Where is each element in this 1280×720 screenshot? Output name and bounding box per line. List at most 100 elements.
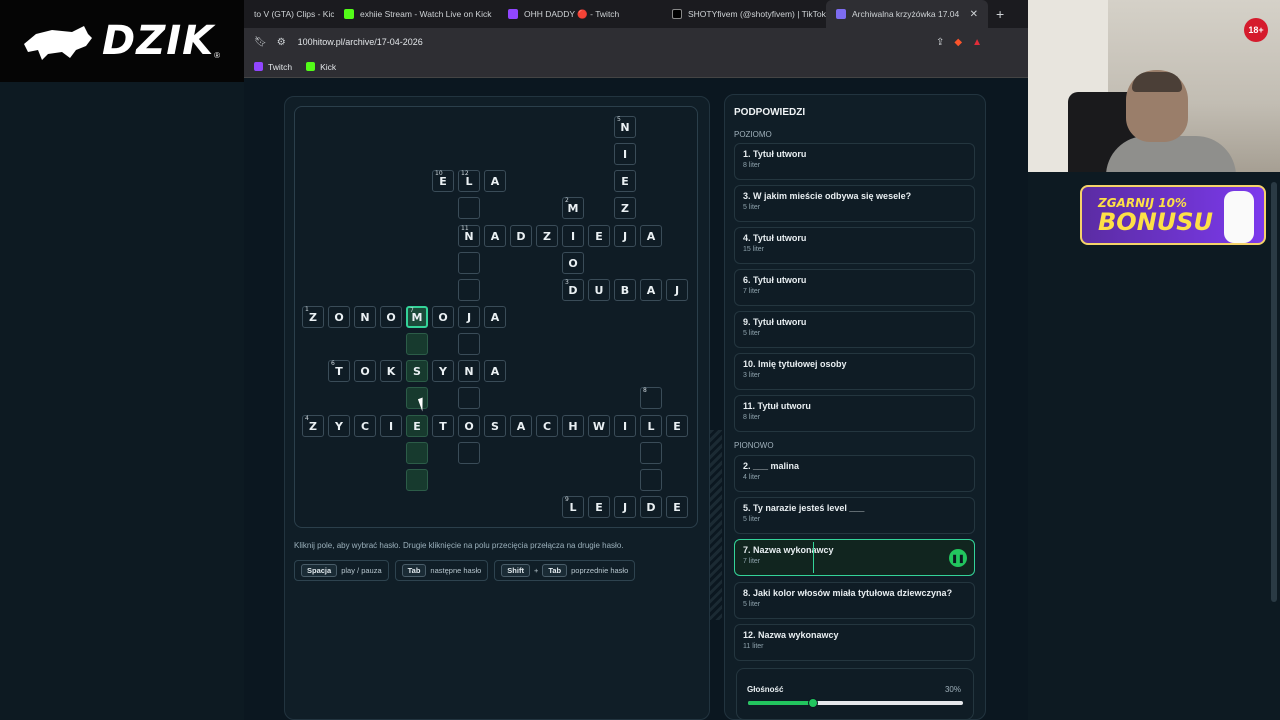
- crossword-cell[interactable]: L9: [562, 496, 584, 518]
- crossword-cell[interactable]: J: [458, 306, 480, 328]
- crossword-cell[interactable]: M2: [562, 197, 584, 219]
- crossword-cell[interactable]: B: [614, 279, 636, 301]
- volume-thumb[interactable]: [807, 698, 818, 708]
- crossword-cell[interactable]: E: [666, 415, 688, 437]
- clue-across-6[interactable]: 6. Tytuł utworu 7 liter: [734, 269, 975, 306]
- crossword-cell[interactable]: [406, 442, 428, 464]
- crossword-cell[interactable]: A: [640, 279, 662, 301]
- crossword-cell[interactable]: Y: [328, 415, 350, 437]
- crossword-cell[interactable]: [458, 252, 480, 274]
- crossword-cell[interactable]: [406, 333, 428, 355]
- new-tab-icon[interactable]: +: [996, 6, 1004, 22]
- bookmark-kick[interactable]: Kick: [306, 62, 336, 72]
- crossword-cell[interactable]: W: [588, 415, 610, 437]
- crossword-cell[interactable]: A: [484, 225, 506, 247]
- crossword-cell[interactable]: Z4: [302, 415, 324, 437]
- clue-down-12[interactable]: 12. Nazwa wykonawcy 11 liter: [734, 624, 975, 661]
- crossword-cell[interactable]: A: [640, 225, 662, 247]
- crossword-cell[interactable]: I: [614, 143, 636, 165]
- clue-across-3[interactable]: 3. W jakim mieście odbywa się wesele? 5 …: [734, 185, 975, 222]
- crossword-cell[interactable]: E: [588, 225, 610, 247]
- crossword-cell[interactable]: M7: [406, 306, 428, 328]
- crossword-cell[interactable]: H: [562, 415, 584, 437]
- crossword-cell[interactable]: S: [406, 360, 428, 382]
- crossword-cell[interactable]: C: [536, 415, 558, 437]
- clue-down-5[interactable]: 5. Ty narazie jesteś level ___ 5 liter: [734, 497, 975, 534]
- browser-tab[interactable]: OHH DADDY 🔴 - Twitch: [498, 0, 662, 28]
- crossword-cell[interactable]: E: [588, 496, 610, 518]
- crossword-cell[interactable]: L 12: [458, 170, 480, 192]
- crossword-cell[interactable]: [458, 333, 480, 355]
- crossword-cell[interactable]: K: [380, 360, 402, 382]
- crossword-cell[interactable]: O: [354, 360, 376, 382]
- crossword-cell[interactable]: O: [328, 306, 350, 328]
- crossword-cell[interactable]: I: [380, 415, 402, 437]
- brave-shield-icon[interactable]: ◆: [954, 37, 962, 48]
- crossword-cell[interactable]: Z1: [302, 306, 324, 328]
- crossword-cell[interactable]: D: [640, 496, 662, 518]
- crossword-cell[interactable]: J: [614, 496, 636, 518]
- crossword-cell[interactable]: I: [614, 415, 636, 437]
- crossword-cell[interactable]: D3: [562, 279, 584, 301]
- crossword-cell[interactable]: Y: [432, 360, 454, 382]
- crossword-cell[interactable]: D: [510, 225, 532, 247]
- crossword-cell[interactable]: Z: [536, 225, 558, 247]
- crossword-cell[interactable]: O: [380, 306, 402, 328]
- crossword-cell[interactable]: E 10: [432, 170, 454, 192]
- crossword-cell[interactable]: U: [588, 279, 610, 301]
- pause-button[interactable]: ❚❚: [949, 549, 967, 567]
- crossword-cell[interactable]: T6: [328, 360, 350, 382]
- crossword-cell[interactable]: L: [640, 415, 662, 437]
- crossword-cell[interactable]: [640, 442, 662, 464]
- crossword-cell[interactable]: A: [510, 415, 532, 437]
- crossword-cell[interactable]: 8: [640, 387, 662, 409]
- crossword-cell[interactable]: E: [614, 170, 636, 192]
- crossword-cell[interactable]: N: [458, 360, 480, 382]
- crossword-cell[interactable]: [458, 279, 480, 301]
- crossword-cell[interactable]: J: [614, 225, 636, 247]
- clue-across-1[interactable]: 1. Tytuł utworu 8 liter: [734, 143, 975, 180]
- crossword-cell[interactable]: [458, 197, 480, 219]
- crossword-cell[interactable]: Z: [614, 197, 636, 219]
- clue-across-11[interactable]: 11. Tytuł utworu 8 liter: [734, 395, 975, 432]
- clue-down-2[interactable]: 2. ___ malina 4 liter: [734, 455, 975, 492]
- crossword-cell[interactable]: C: [354, 415, 376, 437]
- crossword-cell[interactable]: N 11: [458, 225, 480, 247]
- share-icon[interactable]: ⇪: [936, 37, 944, 48]
- crossword-cell[interactable]: O: [458, 415, 480, 437]
- crossword-cell[interactable]: T: [432, 415, 454, 437]
- clue-down-7-active[interactable]: 7. Nazwa wykonawcy 7 liter ❚❚: [734, 539, 975, 576]
- browser-tab-active[interactable]: Archiwalna krzyżówka 17.04.2 ✕: [826, 0, 988, 28]
- crossword-cell[interactable]: J: [666, 279, 688, 301]
- clue-across-10[interactable]: 10. Imię tytułowej osoby 3 liter: [734, 353, 975, 390]
- crossword-cell[interactable]: A: [484, 360, 506, 382]
- crossword-cell[interactable]: N5: [614, 116, 636, 138]
- crossword-cell[interactable]: A: [484, 306, 506, 328]
- crossword-cell[interactable]: I: [562, 225, 584, 247]
- volume-slider[interactable]: [748, 698, 963, 708]
- crossword-cell[interactable]: [640, 469, 662, 491]
- crossword-cell[interactable]: S: [484, 415, 506, 437]
- crossword-cell[interactable]: O: [432, 306, 454, 328]
- url-field[interactable]: 100hitow.pl/archive/17-04-2026: [298, 37, 423, 47]
- clue-across-4[interactable]: 4. Tytuł utworu 15 liter: [734, 227, 975, 264]
- browser-tab[interactable]: to V (GTA) Clips - Kick: [244, 0, 334, 28]
- crossword-cell[interactable]: O: [562, 252, 584, 274]
- bookmark-icon[interactable]: 🔖︎: [254, 37, 267, 48]
- clue-down-8[interactable]: 8. Jaki kolor włosów miała tytułowa dzie…: [734, 582, 975, 619]
- site-settings-icon[interactable]: ⚙︎: [277, 37, 286, 48]
- crossword-cell[interactable]: N: [354, 306, 376, 328]
- brave-rewards-icon[interactable]: ▲: [972, 37, 982, 48]
- crossword-cell[interactable]: A: [484, 170, 506, 192]
- crossword-cell[interactable]: [458, 387, 480, 409]
- crossword-cell[interactable]: [406, 469, 428, 491]
- crossword-cell[interactable]: E: [666, 496, 688, 518]
- close-tab-icon[interactable]: ✕: [970, 9, 978, 20]
- browser-tab[interactable]: exhiie Stream - Watch Live on Kick: [334, 0, 498, 28]
- page-scrollbar[interactable]: [1271, 182, 1277, 602]
- bookmark-twitch[interactable]: Twitch: [254, 62, 292, 72]
- clue-across-9[interactable]: 9. Tytuł utworu 5 liter: [734, 311, 975, 348]
- crossword-cell[interactable]: E: [406, 415, 428, 437]
- crossword-cell[interactable]: [458, 442, 480, 464]
- browser-tab[interactable]: SHOTYfivem (@shotyfivem) | TikTok: [662, 0, 826, 28]
